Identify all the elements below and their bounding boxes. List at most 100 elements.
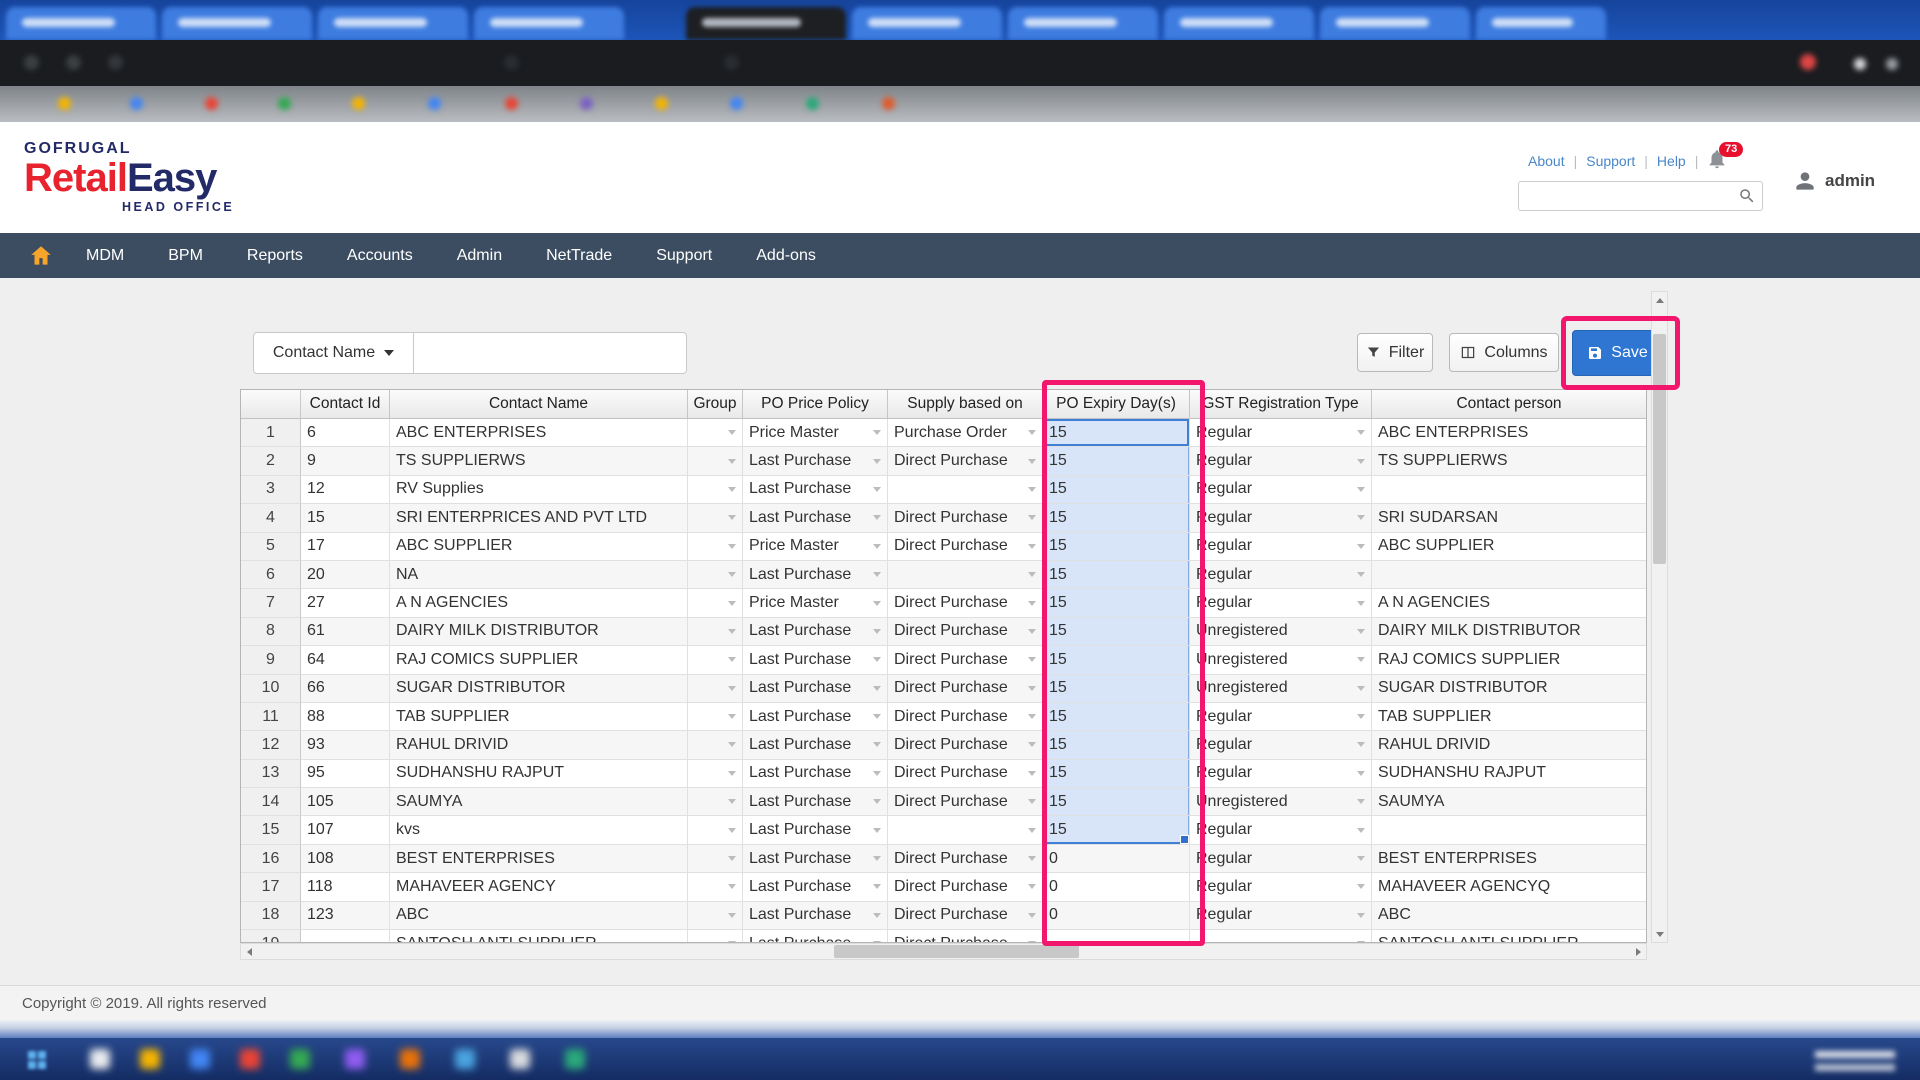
cell-row-number[interactable]: 14	[241, 788, 301, 816]
cell-group[interactable]	[688, 504, 743, 532]
cell-contact-id[interactable]: 118	[301, 873, 390, 901]
cell-contact-name[interactable]: MAHAVEER AGENCY	[390, 873, 688, 901]
cell-group[interactable]	[688, 476, 743, 504]
cell-person[interactable]: RAJ COMICS SUPPLIER	[1372, 646, 1646, 674]
cell-person[interactable]: SAUMYA	[1372, 788, 1646, 816]
cell-contact-id[interactable]: 6	[301, 419, 390, 447]
cell-policy[interactable]: Last Purchase	[743, 561, 888, 589]
cell-group[interactable]	[688, 845, 743, 873]
scroll-right-arrow[interactable]	[1630, 944, 1646, 959]
column-header-gst-registration-type[interactable]: GST Registration Type	[1190, 390, 1372, 418]
cell-expiry[interactable]: 15	[1043, 760, 1190, 788]
cell-gst[interactable]: Regular	[1190, 476, 1372, 504]
cell-contact-id[interactable]: 12	[301, 476, 390, 504]
cell-group[interactable]	[688, 561, 743, 589]
cell-person[interactable]: ABC	[1372, 902, 1646, 930]
cell-person[interactable]	[1372, 816, 1646, 844]
cell-row-number[interactable]: 10	[241, 675, 301, 703]
cell-gst[interactable]: Regular	[1190, 816, 1372, 844]
cell-supply[interactable]: Direct Purchase	[888, 589, 1043, 617]
cell-row-number[interactable]: 6	[241, 561, 301, 589]
cell-expiry[interactable]: 15	[1043, 476, 1190, 504]
cell-gst[interactable]: Regular	[1190, 703, 1372, 731]
cell-contact-name[interactable]: SAUMYA	[390, 788, 688, 816]
cell-policy[interactable]: Last Purchase	[743, 447, 888, 475]
horizontal-scrollbar-thumb[interactable]	[834, 945, 1079, 958]
cell-supply[interactable]	[888, 816, 1043, 844]
cell-gst[interactable]: Unregistered	[1190, 675, 1372, 703]
cell-gst[interactable]: Regular	[1190, 873, 1372, 901]
windows-start-icon[interactable]	[28, 1051, 36, 1059]
cell-contact-name[interactable]: BEST ENTERPRISES	[390, 845, 688, 873]
cell-group[interactable]	[688, 589, 743, 617]
cell-contact-id[interactable]: 64	[301, 646, 390, 674]
cell-person[interactable]	[1372, 476, 1646, 504]
cell-person[interactable]: SRI SUDARSAN	[1372, 504, 1646, 532]
cell-contact-name[interactable]: TS SUPPLIERWS	[390, 447, 688, 475]
browser-tab[interactable]	[318, 7, 468, 40]
cell-policy[interactable]: Last Purchase	[743, 646, 888, 674]
cell-contact-name[interactable]: SRI ENTERPRICES AND PVT LTD	[390, 504, 688, 532]
cell-supply[interactable]	[888, 561, 1043, 589]
cell-supply[interactable]: Direct Purchase	[888, 788, 1043, 816]
cell-person[interactable]: RAHUL DRIVID	[1372, 731, 1646, 759]
save-button[interactable]: Save	[1572, 330, 1663, 376]
scroll-down-arrow[interactable]	[1652, 926, 1667, 942]
cell-person[interactable]: TS SUPPLIERWS	[1372, 447, 1646, 475]
cell-contact-name[interactable]: SANTOSH ANTI SUPPLIER	[390, 930, 688, 942]
cell-expiry[interactable]: 15	[1043, 618, 1190, 646]
cell-policy[interactable]: Last Purchase	[743, 788, 888, 816]
cell-policy[interactable]: Last Purchase	[743, 760, 888, 788]
cell-gst[interactable]: Regular	[1190, 760, 1372, 788]
column-header-supply-based-on[interactable]: Supply based on	[888, 390, 1043, 418]
cell-supply[interactable]: Direct Purchase	[888, 760, 1043, 788]
cell-contact-id[interactable]: 9	[301, 447, 390, 475]
notifications-button[interactable]: 73	[1706, 148, 1746, 182]
cell-expiry[interactable]: 15	[1043, 703, 1190, 731]
global-search-input[interactable]	[1518, 181, 1763, 211]
nav-item-home[interactable]	[18, 233, 64, 278]
cell-expiry[interactable]: 15	[1043, 561, 1190, 589]
cell-supply[interactable]: Direct Purchase	[888, 731, 1043, 759]
cell-gst[interactable]: Regular	[1190, 533, 1372, 561]
nav-item-bpm[interactable]: BPM	[146, 233, 225, 278]
cell-gst[interactable]: Regular	[1190, 731, 1372, 759]
browser-tab[interactable]	[852, 7, 1002, 40]
horizontal-scrollbar[interactable]	[240, 943, 1647, 960]
cell-group[interactable]	[688, 788, 743, 816]
cell-group[interactable]	[688, 618, 743, 646]
cell-person[interactable]: BEST ENTERPRISES	[1372, 845, 1646, 873]
cell-expiry[interactable]: 15	[1043, 533, 1190, 561]
cell-contact-id[interactable]: 105	[301, 788, 390, 816]
cell-contact-name[interactable]: ABC SUPPLIER	[390, 533, 688, 561]
cell-expiry[interactable]: 15	[1043, 675, 1190, 703]
cell-gst[interactable]: Unregistered	[1190, 788, 1372, 816]
cell-person[interactable]: SANTOSH ANTI SUPPLIER	[1372, 930, 1646, 942]
browser-tab[interactable]	[1320, 7, 1470, 40]
cell-gst[interactable]: Regular	[1190, 504, 1372, 532]
cell-row-number[interactable]: 18	[241, 902, 301, 930]
cell-expiry[interactable]: 0	[1043, 845, 1190, 873]
cell-group[interactable]	[688, 646, 743, 674]
nav-item-reports[interactable]: Reports	[225, 233, 325, 278]
browser-tab[interactable]	[6, 7, 156, 40]
cell-gst[interactable]: Regular	[1190, 419, 1372, 447]
column-header-po-expiry-days[interactable]: PO Expiry Day(s)	[1043, 390, 1190, 418]
cell-policy[interactable]: Price Master	[743, 419, 888, 447]
cell-policy[interactable]: Last Purchase	[743, 618, 888, 646]
cell-row-number[interactable]: 11	[241, 703, 301, 731]
cell-person[interactable]: DAIRY MILK DISTRIBUTOR	[1372, 618, 1646, 646]
cell-group[interactable]	[688, 816, 743, 844]
cell-row-number[interactable]: 3	[241, 476, 301, 504]
cell-supply[interactable]: Direct Purchase	[888, 675, 1043, 703]
cell-contact-name[interactable]: TAB SUPPLIER	[390, 703, 688, 731]
help-link[interactable]: Help	[1657, 153, 1686, 169]
browser-tab[interactable]	[1164, 7, 1314, 40]
cell-supply[interactable]: Direct Purchase	[888, 930, 1043, 942]
column-selector-dropdown[interactable]: Contact Name	[253, 332, 414, 374]
cell-gst[interactable]: Regular	[1190, 902, 1372, 930]
cell-contact-id[interactable]: 107	[301, 816, 390, 844]
browser-tab[interactable]	[1476, 7, 1606, 40]
cell-contact-id[interactable]: 20	[301, 561, 390, 589]
nav-item-mdm[interactable]: MDM	[64, 233, 146, 278]
